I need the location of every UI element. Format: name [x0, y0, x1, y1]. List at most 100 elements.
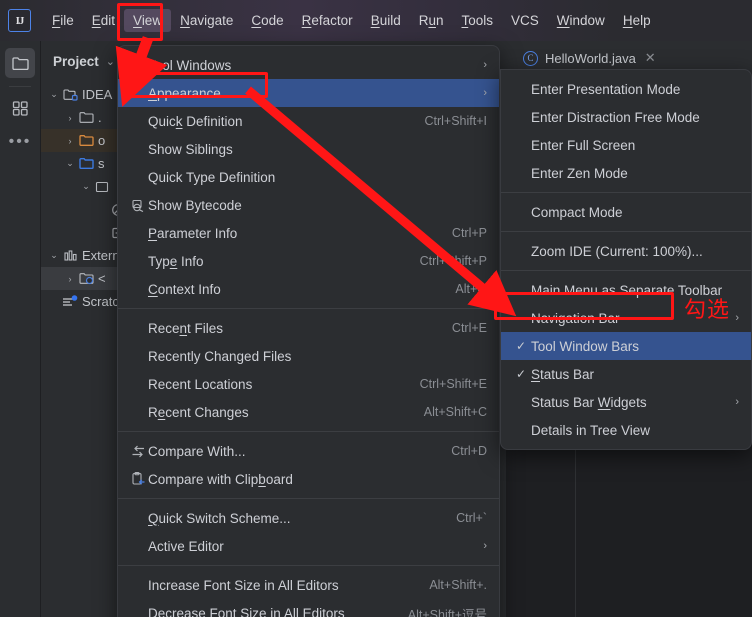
menu-item-enter-full-screen[interactable]: Enter Full Screen — [501, 131, 751, 159]
structure-icon[interactable] — [5, 93, 35, 123]
java-class-icon: C — [523, 50, 538, 66]
menu-item-status-bar-widgets[interactable]: Status Bar Widgets › — [501, 388, 751, 416]
folder-orange-icon — [77, 134, 95, 147]
menu-item-show-siblings[interactable]: Show Siblings — [118, 135, 499, 163]
menu-item-label: Show Siblings — [148, 141, 233, 157]
chevron-right-icon[interactable]: › — [63, 113, 77, 123]
menu-item-shortcut: Ctrl+Shift+E — [419, 377, 487, 391]
menu-item-label: Enter Presentation Mode — [531, 81, 681, 97]
menu-item-label: Recently Changed Files — [148, 348, 292, 364]
menu-item-active-editor[interactable]: Active Editor › — [118, 532, 499, 560]
menu-item-details-in-tree-view[interactable]: Details in Tree View — [501, 416, 751, 444]
menu-item-label: Status Bar — [531, 366, 595, 382]
menu-item-label: Details in Tree View — [531, 422, 651, 438]
menu-separator — [501, 270, 751, 271]
menu-item-enter-presentation-mode[interactable]: Enter Presentation Mode — [501, 75, 751, 103]
menu-bar-item-tools[interactable]: Tools — [453, 9, 503, 32]
menu-bar-item-navigate[interactable]: Navigate — [171, 9, 242, 32]
menu-bar-item-refactor[interactable]: Refactor — [293, 9, 362, 32]
menu-bar-item-file[interactable]: File — [43, 9, 83, 32]
menu-item-shortcut: Ctrl+D — [451, 444, 487, 458]
appearance-submenu[interactable]: Enter Presentation Mode Enter Distraction… — [500, 69, 752, 450]
menu-item-shortcut: Alt+Shift+. — [429, 578, 487, 592]
menu-item-label: Compare with Clipboard — [148, 471, 293, 487]
menu-item-compare-with[interactable]: Compare With... Ctrl+D — [118, 437, 499, 465]
menu-item-type-info[interactable]: Type Info Ctrl+Shift+P — [118, 247, 499, 275]
intellij-logo-icon[interactable]: IJ — [8, 9, 31, 32]
chevron-down-icon[interactable]: ⌄ — [106, 55, 115, 68]
menu-bar-item-view[interactable]: View — [124, 9, 172, 32]
chevron-right-icon: › — [483, 87, 487, 99]
menu-bar-item-help[interactable]: Help — [614, 9, 660, 32]
menu-item-label: Quick Type Definition — [148, 169, 276, 185]
view-dropdown-menu[interactable]: Tool Windows › Appearance › Quick Definition… — [117, 45, 500, 617]
tree-row-label: < — [98, 271, 106, 286]
menu-bar-item-vcs[interactable]: VCS — [502, 9, 548, 32]
menu-item-shortcut: Ctrl+P — [451, 226, 487, 240]
menu-item-shortcut: Alt+Shift+C — [423, 405, 487, 419]
chevron-down-icon[interactable]: ⌄ — [63, 158, 77, 169]
folder-blue-icon — [77, 157, 95, 170]
close-icon[interactable]: ✕ — [645, 50, 656, 66]
menu-item-label: Compact Mode — [531, 204, 623, 220]
menu-bar-item-window[interactable]: Window — [548, 9, 614, 32]
menu-separator — [118, 431, 499, 432]
menu-item-shortcut: Ctrl+Shift+P — [419, 254, 487, 268]
menu-item-status-bar[interactable]: ✓ Status Bar — [501, 360, 751, 388]
scratches-icon — [61, 294, 79, 309]
menu-item-enter-zen-mode[interactable]: Enter Zen Mode — [501, 159, 751, 187]
checkmark-icon: ✓ — [515, 367, 527, 381]
menu-bar-items: File Edit View Navigate Code Refactor Build Run… — [43, 9, 660, 32]
chevron-right-icon[interactable]: › — [63, 136, 77, 146]
chevron-right-icon[interactable]: › — [63, 274, 77, 284]
menu-item-compact-mode[interactable]: Compact Mode — [501, 198, 751, 226]
menu-bar-item-code[interactable]: Code — [242, 9, 292, 32]
menu-item-quick-type-definition[interactable]: Quick Type Definition — [118, 163, 499, 191]
chevron-right-icon: › — [483, 59, 487, 71]
chevron-down-icon[interactable]: ⌄ — [47, 89, 61, 100]
menu-item-label: Enter Zen Mode — [531, 165, 628, 181]
chevron-down-icon[interactable]: ⌄ — [79, 181, 93, 192]
menu-item-appearance[interactable]: Appearance › — [118, 79, 499, 107]
menu-item-label: Enter Full Screen — [531, 137, 636, 153]
menu-item-zoom-ide-current-100[interactable]: Zoom IDE (Current: 100%)... — [501, 237, 751, 265]
menu-bar-item-run[interactable]: Run — [410, 9, 453, 32]
menu-item-show-bytecode[interactable]: Show Bytecode — [118, 191, 499, 219]
toolbar-divider — [9, 86, 31, 87]
menu-item-recent-changes[interactable]: Recent Changes Alt+Shift+C — [118, 398, 499, 426]
menu-item-tool-windows[interactable]: Tool Windows › — [118, 51, 499, 79]
tree-row-label: . — [98, 110, 102, 125]
menu-item-label: Quick Definition — [148, 113, 243, 129]
chevron-down-icon[interactable]: ⌄ — [47, 250, 61, 261]
menu-item-label: Recent Files — [148, 320, 224, 336]
menu-item-recent-files[interactable]: Recent Files Ctrl+E — [118, 314, 499, 342]
menu-bar-item-edit[interactable]: Edit — [83, 9, 124, 32]
project-folder-icon[interactable] — [5, 48, 35, 78]
menu-item-shortcut: Ctrl+E — [451, 321, 487, 335]
menu-item-quick-switch-scheme[interactable]: Quick Switch Scheme... Ctrl+` — [118, 504, 499, 532]
menu-separator — [118, 565, 499, 566]
menu-separator — [118, 498, 499, 499]
menu-item-recent-locations[interactable]: Recent Locations Ctrl+Shift+E — [118, 370, 499, 398]
menu-bar-item-build[interactable]: Build — [362, 9, 410, 32]
menu-item-enter-distraction-free-mode[interactable]: Enter Distraction Free Mode — [501, 103, 751, 131]
menu-item-increase-font-size-in-all-editors[interactable]: Increase Font Size in All Editors Alt+Shi… — [118, 571, 499, 599]
main-menu-bar: IJ File Edit View Navigate Code Refactor Build… — [0, 0, 752, 41]
menu-item-label: Decrease Font Size in All Editors — [148, 605, 345, 617]
menu-item-compare-with-clipboard[interactable]: Compare with Clipboard — [118, 465, 499, 493]
left-tool-window-bar: ••• — [0, 41, 41, 617]
menu-separator — [118, 308, 499, 309]
compare-with-icon — [128, 445, 148, 458]
menu-item-decrease-font-size-in-all-editors[interactable]: Decrease Font Size in All Editors Alt+Shi… — [118, 599, 499, 617]
menu-item-label: Recent Locations — [148, 376, 253, 392]
menu-item-label: Status Bar Widgets — [531, 394, 647, 410]
menu-item-recently-changed-files[interactable]: Recently Changed Files — [118, 342, 499, 370]
menu-item-tool-window-bars[interactable]: ✓ Tool Window Bars — [501, 332, 751, 360]
menu-item-label: Tool Window Bars — [531, 338, 640, 354]
menu-item-context-info[interactable]: Context Info Alt+Q — [118, 275, 499, 303]
more-options-icon[interactable]: ••• — [5, 125, 35, 155]
menu-item-parameter-info[interactable]: Parameter Info Ctrl+P — [118, 219, 499, 247]
module-icon — [61, 88, 79, 102]
tree-row-label: s — [98, 156, 105, 171]
menu-item-quick-definition[interactable]: Quick Definition Ctrl+Shift+I — [118, 107, 499, 135]
